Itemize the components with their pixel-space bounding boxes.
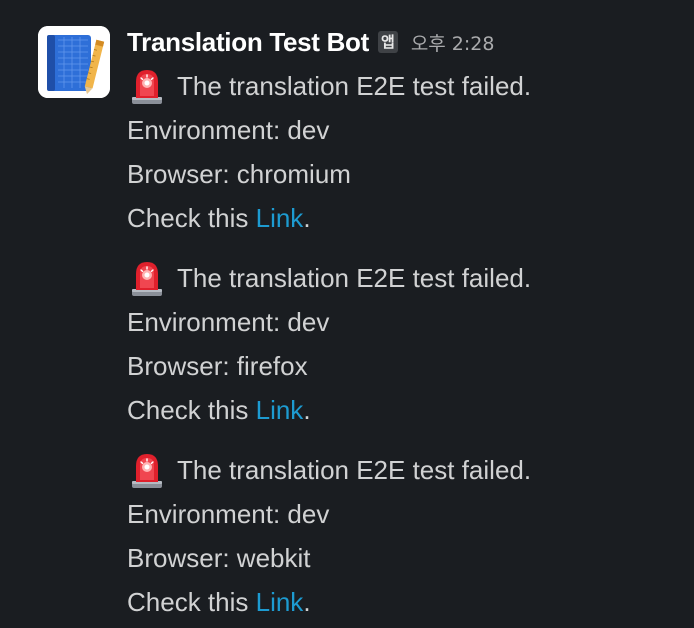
headline-text: The translation E2E test failed.	[177, 455, 532, 485]
headline-line: The translation E2E test failed.	[127, 448, 687, 492]
check-line: Check this Link.	[127, 580, 687, 624]
police-car-light-icon	[127, 450, 167, 490]
check-prefix: Check this	[127, 395, 256, 425]
chat-message: Translation Test Bot 앱 오후 2:28 The trans…	[0, 0, 694, 628]
bot-name[interactable]: Translation Test Bot	[127, 27, 369, 58]
app-badge: 앱	[378, 31, 398, 53]
message-body: The translation E2E test failed. Environ…	[127, 448, 687, 624]
check-suffix: .	[303, 395, 311, 425]
link[interactable]: Link	[256, 196, 304, 240]
bot-avatar[interactable]	[38, 26, 110, 98]
browser-line: Browser: chromium	[127, 159, 351, 189]
check-prefix: Check this	[127, 203, 256, 233]
headline-text: The translation E2E test failed.	[177, 71, 532, 101]
message-body: The translation E2E test failed. Environ…	[127, 64, 687, 240]
headline-text: The translation E2E test failed.	[177, 263, 532, 293]
check-prefix: Check this	[127, 587, 256, 617]
check-line: Check this Link.	[127, 388, 687, 432]
link[interactable]: Link	[256, 580, 304, 624]
headline-line: The translation E2E test failed.	[127, 64, 687, 108]
link[interactable]: Link	[256, 388, 304, 432]
message-timestamp[interactable]: 오후 2:28	[411, 29, 495, 56]
headline-line: The translation E2E test failed.	[127, 256, 687, 300]
notebook-icon	[38, 26, 110, 98]
message-body: The translation E2E test failed. Environ…	[127, 256, 687, 432]
environment-line: Environment: dev	[127, 499, 330, 529]
message-header: Translation Test Bot 앱 오후 2:28	[127, 24, 494, 60]
browser-line: Browser: webkit	[127, 543, 311, 573]
check-suffix: .	[303, 203, 311, 233]
check-suffix: .	[303, 587, 311, 617]
check-line: Check this Link.	[127, 196, 687, 240]
environment-line: Environment: dev	[127, 307, 330, 337]
environment-line: Environment: dev	[127, 115, 330, 145]
browser-line: Browser: firefox	[127, 351, 308, 381]
police-car-light-icon	[127, 258, 167, 298]
police-car-light-icon	[127, 66, 167, 106]
